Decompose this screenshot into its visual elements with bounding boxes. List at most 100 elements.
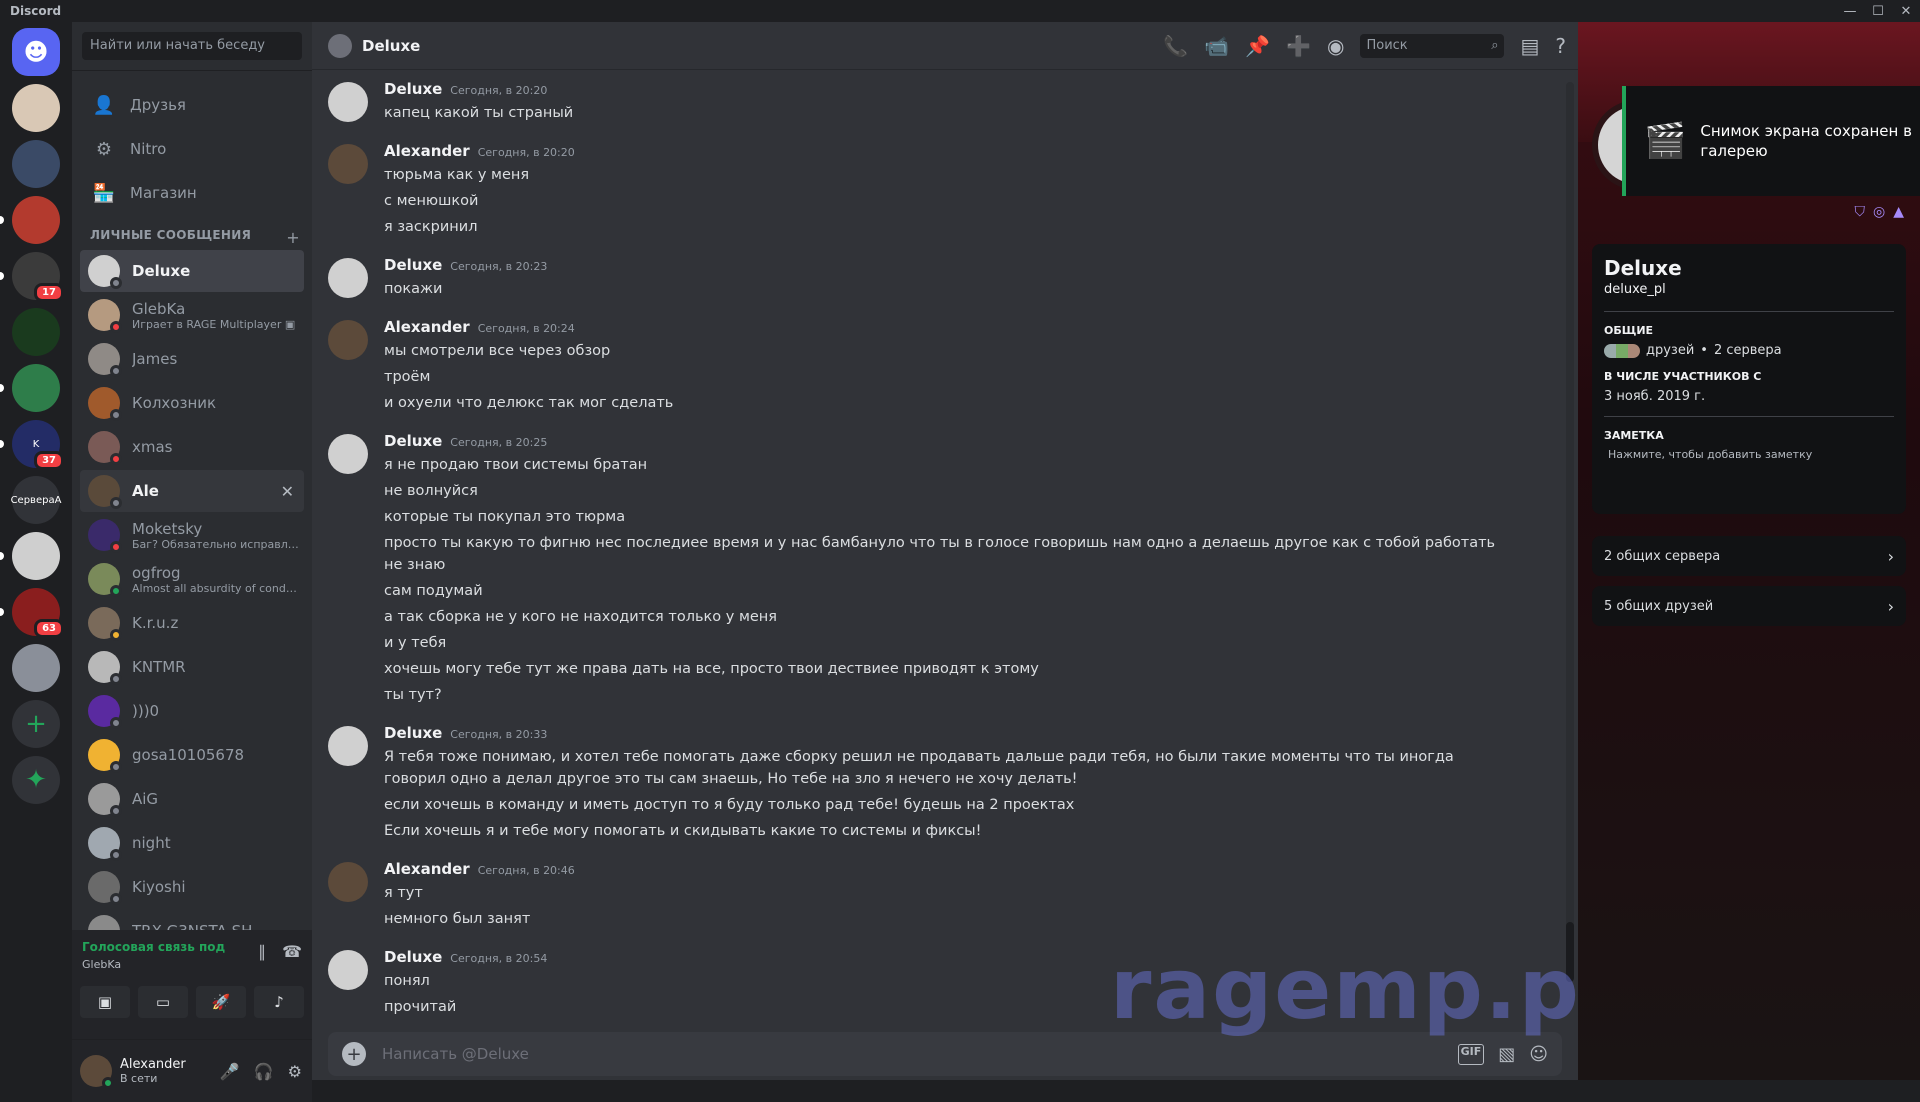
voice-call-icon[interactable]: 📞 (1163, 34, 1188, 58)
emoji-icon[interactable]: ☺ (1529, 1044, 1548, 1065)
profile-badges: ⛉ ◎ ▲ (1855, 204, 1905, 220)
friends-icon: 👤 (92, 94, 116, 116)
noise-suppression-icon[interactable]: ∥ (258, 942, 266, 961)
avatar[interactable] (328, 434, 368, 474)
server-icon[interactable] (12, 644, 60, 692)
add-server-button[interactable]: + (12, 700, 60, 748)
message-author[interactable]: Deluxe (384, 80, 442, 98)
maximize-button[interactable]: ☐ (1864, 4, 1892, 19)
sticker-icon[interactable]: ▧ (1498, 1044, 1515, 1065)
video-call-icon[interactable]: 📹 (1204, 34, 1229, 58)
avatar[interactable] (328, 862, 368, 902)
search-input[interactable]: Поиск ⌕ (1360, 33, 1505, 58)
message-author[interactable]: Alexander (384, 318, 470, 336)
gear-icon[interactable]: ⚙ (288, 1062, 302, 1081)
avatar[interactable] (80, 1055, 114, 1089)
server-icon[interactable] (0, 532, 60, 580)
dm-item[interactable]: gosa10105678 (80, 734, 304, 776)
add-friends-icon[interactable]: ➕ (1286, 34, 1311, 58)
help-icon[interactable]: ? (1555, 34, 1566, 58)
note-input[interactable]: Нажмите, чтобы добавить заметку (1604, 448, 1894, 461)
dm-item[interactable]: AiG (80, 778, 304, 820)
mutual-servers-row[interactable]: 2 общих сервера › (1592, 536, 1906, 576)
server-icon[interactable]: 17 (0, 252, 64, 302)
mutual-servers[interactable]: 2 сервера (1714, 343, 1782, 358)
headphones-icon[interactable]: 🎧 (254, 1062, 274, 1081)
avatar[interactable] (328, 320, 368, 360)
dm-item[interactable]: Колхозник (80, 382, 304, 424)
disconnect-icon[interactable]: ☎ (282, 942, 302, 961)
dm-item[interactable]: Deluxe (80, 250, 304, 292)
unread-indicator (0, 272, 4, 280)
dm-search-input[interactable]: Найти или начать беседу (82, 32, 302, 60)
minimize-button[interactable]: — (1836, 4, 1864, 19)
avatar[interactable] (328, 258, 368, 298)
dm-item[interactable]: K.r.u.z (80, 602, 304, 644)
unread-indicator (0, 216, 4, 224)
message-timestamp: Сегодня, в 20:20 (477, 146, 575, 159)
dm-item[interactable]: TRX G3NSTA SH (80, 910, 304, 930)
message-input[interactable] (382, 1045, 1458, 1063)
unread-indicator (0, 440, 4, 448)
voice-status[interactable]: Голосовая связь под (82, 940, 225, 954)
user-profile-icon[interactable]: ◉ (1327, 34, 1344, 58)
video-off-icon[interactable]: ▣ (80, 986, 130, 1018)
dm-item[interactable]: night (80, 822, 304, 864)
server-icon[interactable] (0, 196, 60, 244)
message-author[interactable]: Alexander (384, 142, 470, 160)
mutual-friends-row[interactable]: 5 общих друзей › (1592, 586, 1906, 626)
scrollbar[interactable] (1566, 82, 1574, 982)
dm-item[interactable]: xmas (80, 426, 304, 468)
dm-item[interactable]: James (80, 338, 304, 380)
status-indicator (110, 541, 122, 553)
close-icon[interactable]: ✕ (281, 482, 294, 501)
dm-item[interactable]: Kiyoshi (80, 866, 304, 908)
nav-friends[interactable]: 👤 Друзья (80, 84, 304, 126)
activity-icon[interactable]: 🚀 (196, 986, 246, 1018)
dm-name: James (132, 350, 178, 368)
message-author[interactable]: Alexander (384, 860, 470, 878)
attach-button[interactable]: + (342, 1042, 366, 1066)
dm-item[interactable]: Ale ✕ (80, 470, 304, 512)
nav-shop[interactable]: 🏪 Магазин (80, 172, 304, 214)
message-author[interactable]: Deluxe (384, 432, 442, 450)
message-author[interactable]: Deluxe (384, 256, 442, 274)
avatar[interactable] (328, 726, 368, 766)
close-window-button[interactable]: ✕ (1892, 4, 1920, 19)
dm-name: Deluxe (132, 262, 191, 280)
dm-item[interactable]: KNTMR (80, 646, 304, 688)
server-icon[interactable] (12, 84, 60, 132)
home-button[interactable]: ☻ (12, 28, 60, 76)
screen-share-icon[interactable]: ▭ (138, 986, 188, 1018)
gallery-icon: 🎬 (1644, 121, 1687, 161)
server-icon[interactable] (0, 364, 60, 412)
avatar[interactable] (328, 144, 368, 184)
explore-servers-button[interactable]: ✦ (12, 756, 60, 804)
avatar[interactable] (328, 950, 368, 990)
gif-icon[interactable]: GIF (1457, 1043, 1485, 1065)
create-dm-button[interactable]: + (286, 228, 300, 247)
message-author[interactable]: Deluxe (384, 724, 442, 742)
server-icon[interactable]: K 37 (0, 420, 64, 470)
server-icon[interactable] (12, 140, 60, 188)
avatar[interactable] (328, 82, 368, 122)
nav-nitro[interactable]: ⚙ Nitro (80, 128, 304, 170)
server-icon[interactable] (12, 308, 60, 356)
dm-item[interactable]: )))0 (80, 690, 304, 732)
dm-item[interactable]: GlebKa Играет в RAGE Multiplayer ▣ (80, 294, 304, 336)
dm-item[interactable]: ogfrog Almost all absurdity of condu... (80, 558, 304, 600)
avatar (88, 783, 122, 817)
member-since-label: В ЧИСЛЕ УЧАСТНИКОВ С (1604, 370, 1762, 383)
soundboard-icon[interactable]: ♪ (254, 986, 304, 1018)
server-icon[interactable]: 63 (0, 588, 64, 638)
badge-icon[interactable]: ⛉ (1855, 204, 1866, 220)
mutual-friends[interactable]: друзей (1646, 343, 1694, 358)
pin-icon[interactable]: 📌 (1245, 34, 1270, 58)
dm-item[interactable]: Moketsky Баг? Обязательно исправлю... (80, 514, 304, 556)
inbox-icon[interactable]: ▤ (1520, 34, 1539, 58)
microphone-icon[interactable]: 🎤 (220, 1062, 240, 1081)
message-author[interactable]: Deluxe (384, 948, 442, 966)
server-icon[interactable]: СервераА (11, 476, 61, 524)
badge-icon[interactable]: ▲ (1893, 204, 1904, 220)
badge-icon[interactable]: ◎ (1873, 204, 1885, 220)
